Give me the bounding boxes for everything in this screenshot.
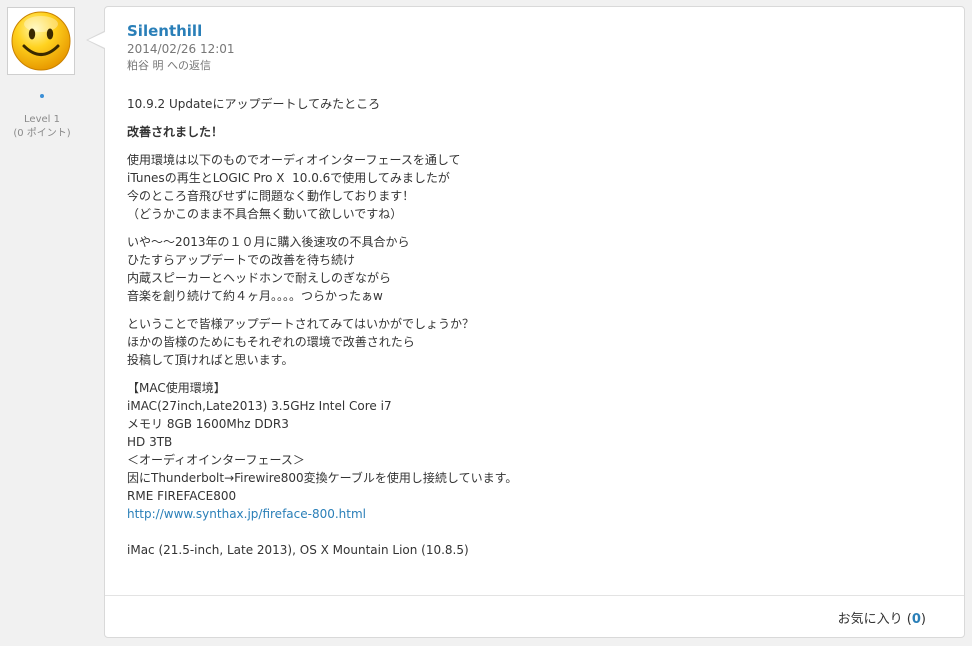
author-level: Level 1 (0 ポイント): [0, 113, 84, 141]
text-line: 改善されました！: [127, 125, 224, 139]
author-name-link[interactable]: Silenthill: [127, 21, 235, 41]
paragraph: いや〜〜2013年の１０月に購入後速攻の不具合から ひたすらアップデートでの改善…: [127, 233, 927, 305]
text-line: 【MAC使用環境】: [127, 381, 226, 395]
fireface-link[interactable]: http://www.synthax.jp/fireface-800.html: [127, 505, 927, 523]
likes-label: お気に入り: [837, 612, 903, 627]
text-line: iMAC(27inch,Late2013) 3.5GHz Intel Core …: [127, 399, 392, 413]
signature: iMac (21.5-inch, Late 2013), OS X Mounta…: [127, 543, 469, 557]
text-line: ひたすらアップデートでの改善を待ち続け: [127, 253, 356, 267]
paragraph: 【MAC使用環境】 iMAC(27inch,Late2013) 3.5GHz I…: [127, 379, 927, 523]
post-card: Silenthill 2014/02/26 12:01 粕谷 明 への返信 10…: [104, 6, 965, 638]
bubble-arrow-inner: [88, 32, 105, 48]
reply-to-label: 粕谷 明 への返信: [127, 59, 211, 72]
text-line: RME FIREFACE800: [127, 489, 237, 503]
level-label: Level 1: [24, 114, 60, 125]
post-body: 10.9.2 Updateにアップデートしてみたところ 改善されました！ 使用環…: [127, 95, 927, 559]
text-line: （どうかこのまま不具合無く動いて欲しいですね）: [127, 207, 403, 221]
text-line: 今のところ音飛びせずに問題なく動作しております！: [127, 189, 415, 203]
likes-count: 0: [911, 612, 921, 627]
points-label: (0 ポイント): [13, 128, 71, 139]
text-line: メモリ 8GB 1600Mhz DDR3: [127, 417, 289, 431]
post-header: Silenthill 2014/02/26 12:01 粕谷 明 への返信: [127, 21, 235, 74]
smiley-face-icon: [11, 11, 71, 71]
text-line: 因にThunderbolt→Firewire800変換ケーブルを使用し接続してい…: [127, 471, 518, 485]
text-line: 内蔵スピーカーとヘッドホンで耐えしのぎながら: [127, 271, 392, 285]
text-line: ということで皆様アップデートされてみてはいかがでしょうか？: [127, 317, 475, 331]
text-line: HD 3TB: [127, 435, 173, 449]
paragraph: 使用環境は以下のものでオーディオインターフェースを通して iTunesの再生とL…: [127, 151, 927, 223]
paragraph: 10.9.2 Updateにアップデートしてみたところ: [127, 95, 927, 113]
text-line: iTunesの再生とLOGIC Pro X 10.0.6で使用してみましたが: [127, 171, 450, 185]
text-line: ＜オーディオインターフェース＞: [127, 453, 305, 467]
text-line: 使用環境は以下のものでオーディオインターフェースを通して: [127, 153, 461, 167]
post-footer: お気に入り (0): [105, 595, 964, 637]
paragraph: 改善されました！: [127, 123, 927, 141]
author-column: Level 1 (0 ポイント): [0, 0, 84, 646]
post-date: 2014/02/26 12:01: [127, 42, 235, 56]
text-line: 10.9.2 Updateにアップデートしてみたところ: [127, 97, 381, 111]
paragraph: ということで皆様アップデートされてみてはいかがでしょうか？ ほかの皆様のためにも…: [127, 315, 927, 369]
text-line: 投稿して頂ければと思います。: [127, 353, 294, 367]
text-line: いや〜〜2013年の１０月に購入後速攻の不具合から: [127, 235, 410, 249]
text-line: ほかの皆様のためにもそれぞれの環境で改善されたら: [127, 335, 415, 349]
likes-close-paren: ): [920, 612, 926, 627]
online-dot-icon: [40, 94, 44, 98]
avatar[interactable]: [7, 7, 75, 75]
text-line: 音楽を創り続けて約４ヶ月。。。。つらかったぁw: [127, 289, 383, 303]
likes-button[interactable]: お気に入り (0): [838, 608, 926, 627]
